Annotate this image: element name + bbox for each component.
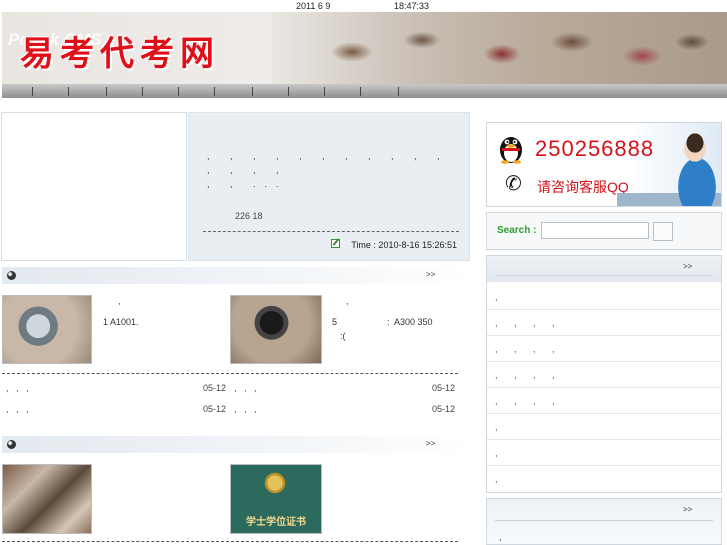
list-item-title[interactable]: , , , <box>234 404 257 414</box>
more-link[interactable]: >> <box>426 439 435 448</box>
divider <box>2 541 458 542</box>
list-item[interactable]: , <box>487 466 721 492</box>
article-stats: 226 18 <box>235 211 263 221</box>
list-item-label: , <box>495 448 505 458</box>
phone-icon: ✆ <box>505 173 522 195</box>
current-time: 18:47:33 <box>394 1 430 11</box>
current-date: 2011 6 9 <box>296 1 331 11</box>
list-item-label: , <box>495 474 505 484</box>
list-item-label: , , , , <box>495 344 562 354</box>
featured-image-panel[interactable] <box>1 112 187 261</box>
nav-item[interactable] <box>288 87 289 96</box>
list-item[interactable]: , <box>487 284 721 310</box>
search-button[interactable] <box>653 222 673 241</box>
qq-number: 250256888 <box>535 136 655 161</box>
sidebar-list: >> , , , , , , , , , , , , , , , , , , ,… <box>486 255 722 493</box>
nav-item[interactable] <box>142 87 143 96</box>
search-input[interactable] <box>541 222 649 239</box>
more-link[interactable]: >> <box>683 262 692 271</box>
list-item-title[interactable]: , , , <box>234 383 257 393</box>
section-header: >> <box>2 267 470 284</box>
nav-item[interactable] <box>106 87 107 96</box>
exam-photo-thumbnail[interactable] <box>2 464 92 534</box>
nav-item[interactable] <box>214 87 215 96</box>
service-agent-image <box>663 125 721 206</box>
nav-item[interactable] <box>68 87 69 96</box>
globe-icon <box>7 271 16 280</box>
section-header: >> <box>2 436 470 453</box>
divider <box>495 275 713 276</box>
product-title[interactable]: 5 : A300 350 <box>332 317 433 327</box>
edit-icon[interactable] <box>331 239 340 248</box>
new-marker: , <box>118 296 121 306</box>
list-item[interactable]: , , , , <box>487 336 721 362</box>
divider <box>495 520 713 521</box>
list-item[interactable]: , <box>487 440 721 466</box>
search-panel: Search : <box>486 212 722 250</box>
classroom-photo <box>272 12 727 84</box>
nav-item[interactable] <box>32 87 33 96</box>
list-item-label: , , , , <box>495 396 562 406</box>
list-item-label: , , , , <box>495 370 562 380</box>
nav-item[interactable] <box>252 87 253 96</box>
list-item-date: 05-12 <box>203 404 227 414</box>
article-excerpt[interactable]: , , , , , , , , , , , , , , , , , ... <box>207 149 457 191</box>
excerpt-line: , , , , , , , , , , , , , , , <box>207 151 449 175</box>
list-item-date: 05-12 <box>203 383 227 393</box>
list-row: , , , 05-12 , , , 05-12 <box>2 383 458 395</box>
product-title[interactable]: 1 A1001. <box>103 317 139 327</box>
list-item-label: , <box>495 422 505 432</box>
nav-item[interactable] <box>398 87 399 96</box>
article-time: Time : 2010-8-16 15:26:51 <box>351 240 457 250</box>
search-label: Search : <box>497 225 537 236</box>
site-logo[interactable]: 易考代考网 <box>20 26 220 75</box>
contact-prompt: 请咨询客服QQ <box>537 179 629 195</box>
more-link[interactable]: >> <box>683 505 692 514</box>
globe-icon <box>7 440 16 449</box>
list-item[interactable]: , , , , <box>487 388 721 414</box>
nav-item[interactable] <box>360 87 361 96</box>
list-item-label: , , , , <box>495 318 562 328</box>
list-item-label: , <box>495 292 505 302</box>
list-item-date: 05-12 <box>432 404 456 414</box>
qq-contact-banner[interactable]: 250256888 ✆ 请咨询客服QQ <box>486 122 722 207</box>
list-item-title[interactable]: , , , <box>6 404 29 414</box>
list-item[interactable]: , <box>499 532 502 542</box>
product-thumbnail[interactable] <box>2 295 92 364</box>
emblem-icon <box>263 471 287 495</box>
list-item[interactable]: , , , , <box>487 310 721 336</box>
excerpt-line: , , ... <box>207 179 288 189</box>
certificate-title: 学士学位证书 <box>246 517 306 528</box>
nav-item[interactable] <box>178 87 179 96</box>
divider <box>203 231 459 232</box>
list-row: , , , 05-12 , , , 05-12 <box>2 404 458 416</box>
nav-item[interactable] <box>324 87 325 96</box>
site-banner: Pcook CMS 易考代考网 <box>2 12 727 98</box>
featured-article: , , , , , , , , , , , , , , , , , ... 22… <box>188 112 470 261</box>
qq-penguin-icon <box>500 137 522 164</box>
main-nav <box>2 84 727 98</box>
new-marker: , <box>346 296 349 306</box>
more-link[interactable]: >> <box>426 270 435 279</box>
product-subtitle: :( <box>340 331 346 341</box>
product-thumbnail[interactable] <box>230 295 322 364</box>
list-item[interactable]: , , , , <box>487 362 721 388</box>
sidebar-list-2: >> , <box>486 498 722 545</box>
list-item-date: 05-12 <box>432 383 456 393</box>
sidebar-list-header: >> <box>487 256 721 282</box>
certificate-thumbnail[interactable]: 学士学位证书 <box>230 464 322 534</box>
list-item-title[interactable]: , , , <box>6 383 29 393</box>
list-item[interactable]: , <box>487 414 721 440</box>
date-bar: 2011 6 9 18:47:33 <box>0 0 727 12</box>
divider <box>2 373 458 374</box>
